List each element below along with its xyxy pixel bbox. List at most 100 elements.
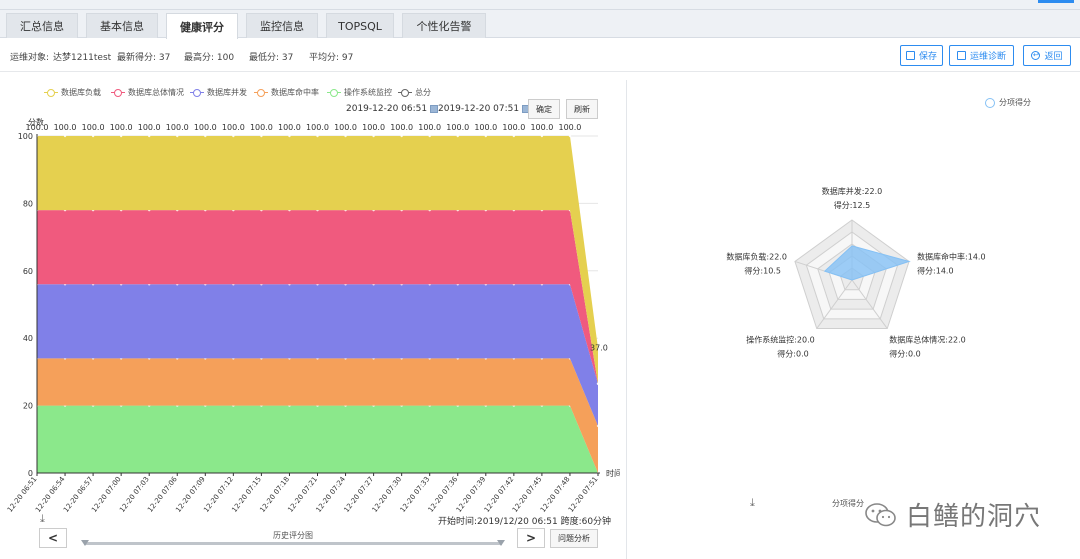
total-data-label: 100.0 [278, 123, 301, 132]
legend-marker [398, 88, 412, 97]
radar-download-icon[interactable]: ⤓ [750, 496, 755, 510]
legend-label: 数据库并发 [207, 88, 247, 97]
data-point [316, 134, 319, 138]
legend-marker [190, 88, 204, 97]
data-point [540, 134, 544, 138]
data-point [344, 134, 347, 138]
slider-track [84, 542, 502, 545]
legend-db-overall[interactable]: 数据库总体情况 [111, 87, 184, 98]
back-button[interactable]: ↩ 返回 [1023, 45, 1071, 66]
tab-summary[interactable]: 汇总信息 [6, 13, 78, 38]
watermark-text: 白鳝的洞穴 [906, 502, 1042, 532]
panel-divider [626, 80, 627, 559]
data-point [63, 134, 67, 138]
legend-label: 数据库总体情况 [128, 88, 184, 97]
total-data-label: 100.0 [558, 123, 581, 132]
legend-label: 数据库负载 [61, 88, 101, 97]
legend-label: 数据库命中率 [271, 88, 319, 97]
span-info: 开始时间:2019/12/20 06:51 跨度:60分钟 [438, 517, 612, 527]
radar-axis-label: 数据库总体情况:22.0 [889, 335, 966, 345]
tab-bar: 汇总信息 基本信息 健康评分 监控信息 TOPSQL 个性化告警 [0, 10, 1080, 39]
radar-axis-label: 操作系统监控:20.0 [746, 335, 815, 345]
area-series [37, 405, 598, 473]
total-data-label: 37.0 [590, 343, 608, 352]
next-button[interactable]: > [517, 528, 545, 548]
analyze-button[interactable]: 问题分析 [550, 529, 598, 548]
data-point [176, 134, 179, 138]
total-data-label: 100.0 [474, 123, 497, 132]
total-data-label: 100.0 [502, 123, 525, 132]
y-tick-label: 40 [23, 334, 33, 343]
watermark: 白鳝的洞穴 [864, 496, 1041, 533]
total-data-label: 100.0 [54, 123, 77, 132]
total-data-label: 100.0 [82, 123, 105, 132]
data-point [232, 134, 235, 138]
tab-custom-alerts[interactable]: 个性化告警 [402, 13, 486, 38]
total-data-label: 100.0 [194, 123, 217, 132]
legend-db-concurrency[interactable]: 数据库并发 [190, 87, 247, 98]
x-tick-label: 12-20 07:51 [567, 475, 600, 514]
y-tick-label: 100 [18, 132, 33, 141]
radar-axis-label: 数据库负载:22.0 [726, 251, 787, 261]
legend-marker [254, 88, 268, 97]
legend-marker [44, 88, 58, 97]
y-tick-label: 20 [23, 402, 33, 411]
total-data-label: 100.0 [306, 123, 329, 132]
slider-label: 历史评分图 [273, 531, 313, 540]
data-point [91, 134, 95, 138]
data-point [204, 134, 207, 138]
prev-button[interactable]: < [39, 528, 67, 548]
radar-score-label: 得分:10.5 [744, 265, 781, 275]
total-data-label: 100.0 [334, 123, 357, 132]
legend-db-load[interactable]: 数据库负载 [44, 87, 101, 98]
radar-axis-label: 数据库命中率:14.0 [917, 251, 986, 261]
data-point [568, 134, 572, 138]
back-icon: ↩ [1031, 51, 1041, 60]
save-button-label: 保存 [918, 52, 937, 62]
radar-legend-label: 分项得分 [999, 98, 1031, 107]
download-icon[interactable]: ⤓ [40, 512, 45, 526]
data-point [119, 134, 123, 138]
legend-total[interactable]: 总分 [398, 87, 431, 98]
total-data-label: 100.0 [446, 123, 469, 132]
legend-os-monitor[interactable]: 操作系统监控 [327, 87, 392, 98]
radar-legend-marker [985, 97, 995, 108]
min-score: 最低分: 37 [249, 53, 294, 63]
history-slider[interactable]: 历史评分图 [81, 529, 505, 546]
diagnose-button[interactable]: 运维诊断 [949, 45, 1014, 66]
total-data-label: 100.0 [26, 123, 49, 132]
data-point [372, 134, 375, 138]
data-point [428, 134, 431, 138]
save-button[interactable]: 保存 [900, 45, 943, 66]
total-data-label: 100.0 [250, 123, 273, 132]
legend-db-hit[interactable]: 数据库命中率 [254, 87, 319, 98]
window-corner-accent [1038, 0, 1074, 3]
tab-monitoring[interactable]: 监控信息 [246, 13, 318, 38]
diagnose-button-label: 运维诊断 [969, 52, 1006, 62]
target-label: 运维对象: [10, 53, 50, 63]
avg-score: 平均分: 97 [309, 53, 354, 63]
radar-legend[interactable]: 分项得分 [985, 97, 1031, 108]
tab-health-score[interactable]: 健康评分 [166, 13, 238, 39]
tab-topsql[interactable]: TOPSQL [326, 13, 394, 38]
item-score-radar-chart: 数据库并发:22.0 得分:12.5 数据库命中率:14.0 得分:14.0 数据库总体… [726, 186, 986, 359]
data-point [148, 134, 151, 138]
x-axis-label: 时间 [606, 468, 620, 478]
total-data-label: 100.0 [222, 123, 245, 132]
data-point [484, 134, 487, 138]
data-point [288, 134, 291, 138]
total-data-label: 100.0 [418, 123, 441, 132]
target-value: 达梦1211test [53, 53, 112, 63]
data-point [260, 134, 263, 138]
wechat-icon [865, 502, 896, 526]
tab-basic-info[interactable]: 基本信息 [86, 13, 158, 38]
total-data-label: 100.0 [166, 123, 189, 132]
radar-score-label: 得分:0.0 [777, 349, 808, 359]
total-data-label: 100.0 [390, 123, 413, 132]
data-point [456, 134, 459, 138]
y-tick-label: 60 [23, 267, 33, 276]
total-data-label: 100.0 [110, 123, 133, 132]
window-top-bar [0, 0, 1080, 10]
total-data-label: 100.0 [362, 123, 385, 132]
total-data-label: 100.0 [138, 123, 161, 132]
